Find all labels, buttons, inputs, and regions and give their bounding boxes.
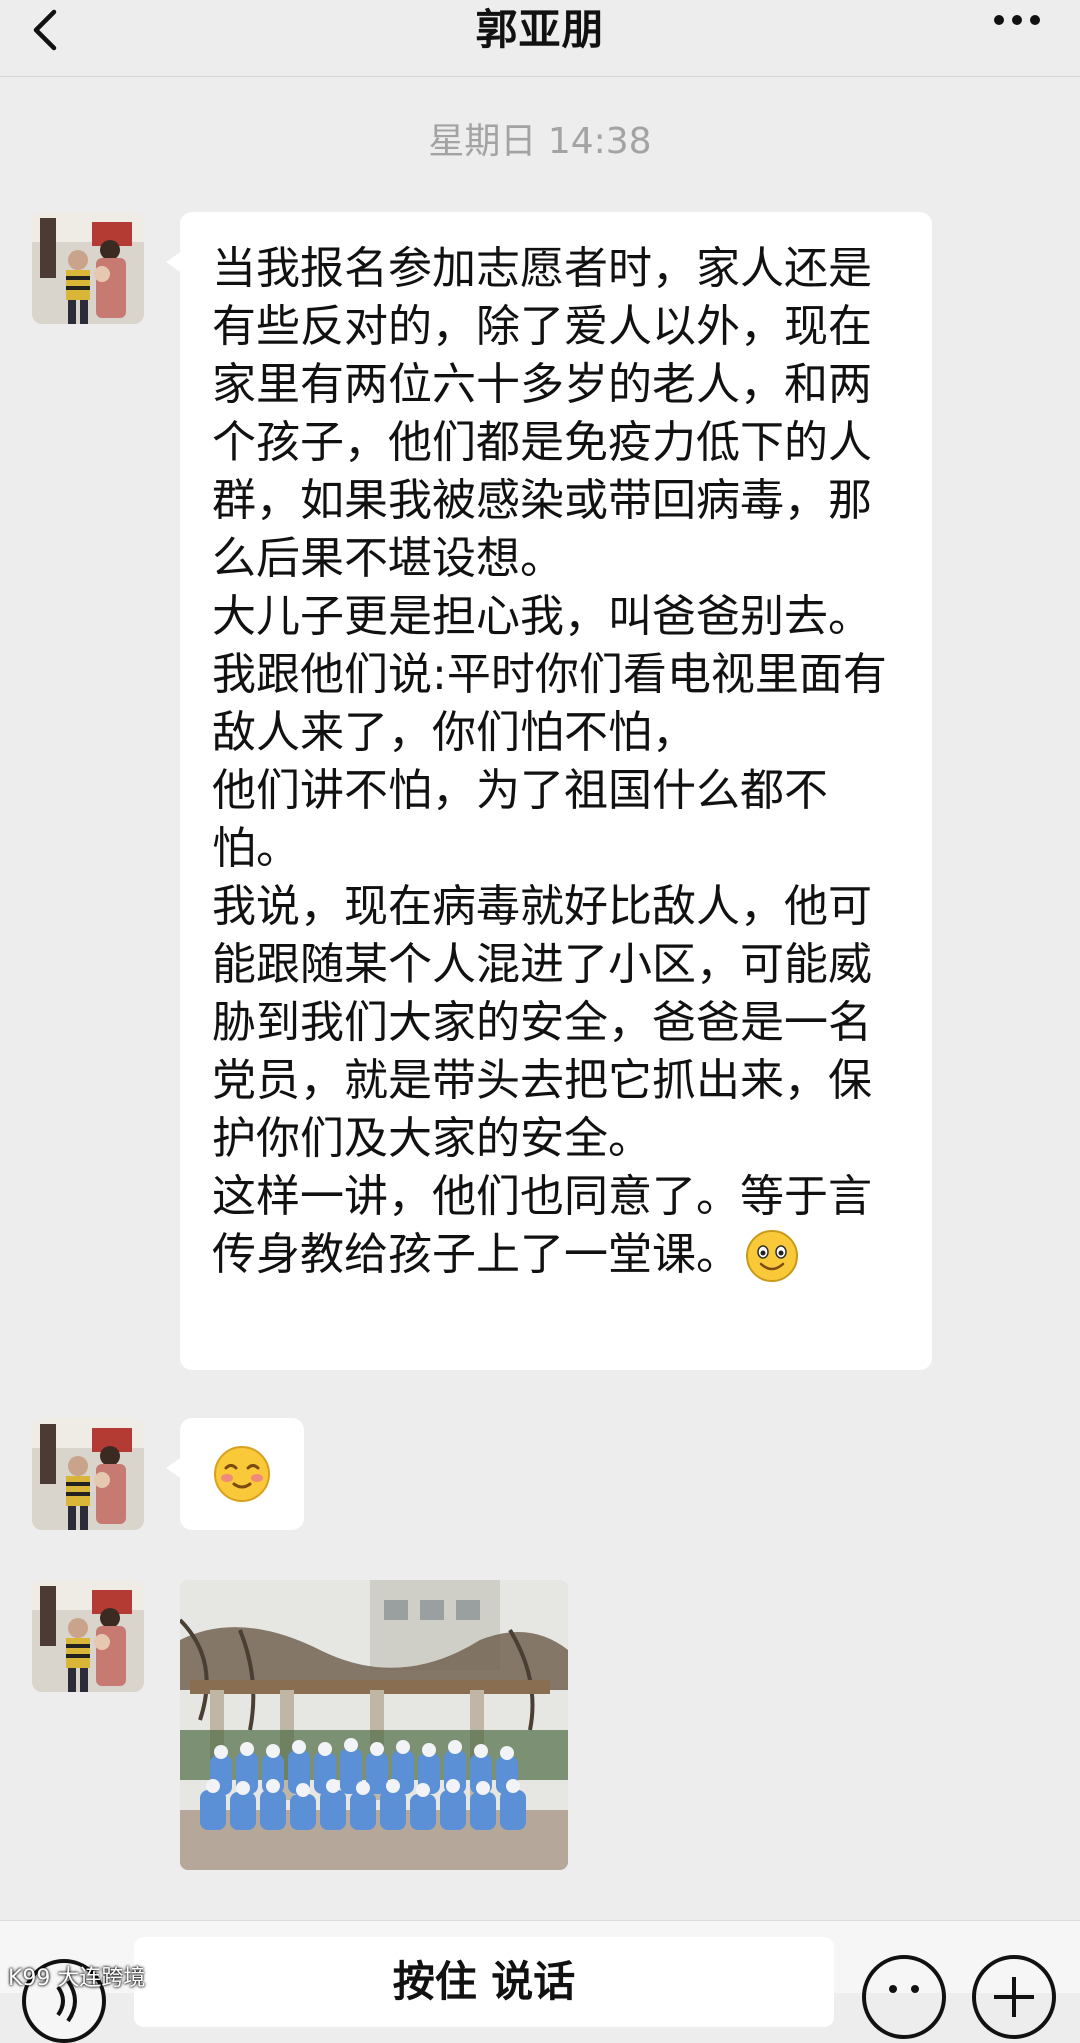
chat-title: 郭亚朋 <box>475 5 605 54</box>
more-dot <box>1030 15 1040 25</box>
chevron-left-icon <box>33 9 57 51</box>
more-dots-icon <box>994 15 1004 25</box>
avatar-photo <box>32 212 144 324</box>
back-button[interactable] <box>28 0 98 60</box>
chat-header: 郭亚朋 <box>0 0 1080 77</box>
group-photo-image[interactable] <box>180 1580 568 1870</box>
blushing-smile-emoji-icon <box>214 1446 270 1502</box>
avatar-photo <box>32 1580 144 1692</box>
message-timestamp: 星期日 14:38 <box>428 121 652 162</box>
input-bar: 按住 说话 <box>0 1920 1080 2043</box>
bubble-tail <box>166 248 186 276</box>
emoji-button[interactable] <box>862 1955 946 2039</box>
bubble-tail <box>166 1454 186 1482</box>
smile-emoji-icon <box>740 1228 800 1287</box>
message-text-content: 当我报名参加志愿者时，家人还是有些反对的，除了爱人以外，现在家里有两位六十多岁的… <box>212 243 887 1280</box>
more-dot <box>1012 15 1022 25</box>
watermark: K99 大连跨境 <box>8 1966 146 1991</box>
message-text: 当我报名参加志愿者时，家人还是有些反对的，除了爱人以外，现在家里有两位六十多岁的… <box>212 240 888 1287</box>
emoji-icon <box>889 1985 919 1993</box>
avatar[interactable] <box>32 1418 144 1530</box>
avatar[interactable] <box>32 212 144 324</box>
plus-icon <box>994 1977 1034 2017</box>
avatar[interactable] <box>32 1580 144 1692</box>
photo-content <box>180 1580 568 1870</box>
emoji-message-bubble[interactable] <box>166 1418 304 1530</box>
avatar-photo <box>32 1418 144 1530</box>
plus-button[interactable] <box>972 1955 1056 2039</box>
more-button[interactable] <box>970 0 1040 40</box>
hold-to-talk-button[interactable]: 按住 说话 <box>134 1937 834 2027</box>
